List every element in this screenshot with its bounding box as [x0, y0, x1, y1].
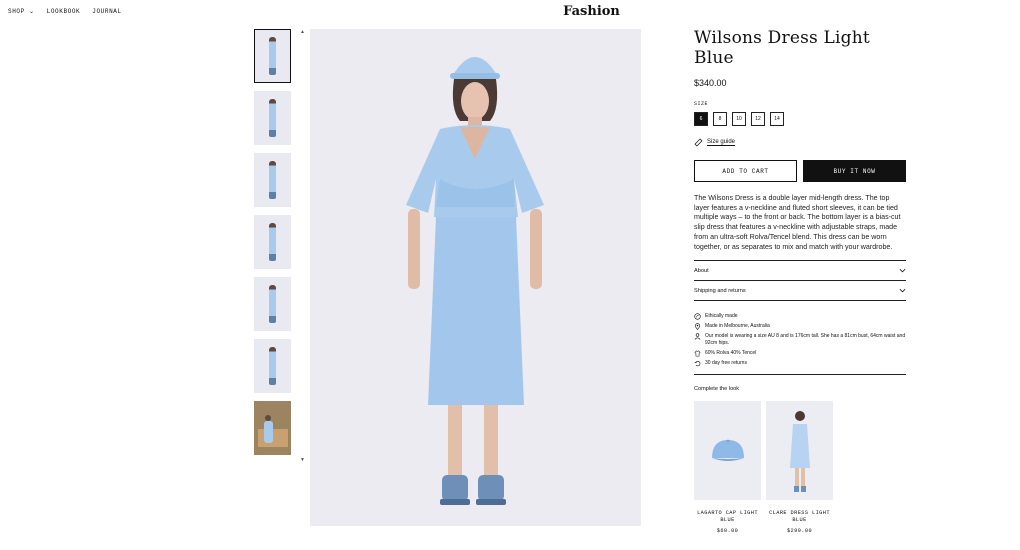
model-thumbnail-image — [269, 161, 276, 199]
model-thumbnail-image — [269, 37, 276, 75]
feature-model-size: Our model is wearing a size AU 8 and is … — [694, 333, 906, 347]
accordion-shipping-label: Shipping and returns — [694, 287, 746, 294]
size-option-8[interactable]: 8 — [713, 112, 727, 126]
thumbnail-3[interactable] — [254, 153, 291, 207]
add-to-cart-button[interactable]: ADD TO CART — [694, 160, 797, 182]
gallery-scrollbar[interactable]: ▲ ▼ — [299, 29, 307, 463]
chevron-down-icon — [899, 289, 906, 293]
ruler-icon — [694, 138, 703, 147]
buy-now-button[interactable]: BUY IT NOW — [803, 160, 906, 182]
thumbnail-gallery — [254, 29, 292, 463]
dress-product-price: $299.00 — [786, 528, 813, 535]
product-info-panel: Wilsons Dress Light Blue $340.00 SIZE 6 … — [694, 28, 906, 534]
purchase-buttons: ADD TO CART BUY IT NOW — [694, 160, 906, 182]
chevron-down-icon — [899, 269, 906, 273]
feature-ethical: Ethically made — [694, 313, 906, 320]
size-selector: 6 8 10 12 14 — [694, 112, 906, 126]
lifestyle-thumbnail-image — [254, 401, 291, 455]
thumbnail-6[interactable] — [254, 339, 291, 393]
dress-product-image[interactable] — [766, 401, 833, 501]
complete-look-title: Complete the look — [694, 386, 740, 393]
feature-origin-text: Made in Melbourne, Australia — [705, 323, 770, 330]
cap-icon — [711, 439, 744, 461]
feature-returns: 30 day free returns — [694, 360, 906, 367]
main-product-image — [310, 29, 641, 526]
cap-product-price: $60.00 — [716, 528, 739, 535]
model-thumbnail-image — [269, 285, 276, 323]
cap-product-image[interactable] — [694, 401, 761, 501]
size-option-14[interactable]: 14 — [770, 112, 784, 126]
product-price: $340.00 — [694, 78, 727, 88]
model-thumbnail-image — [269, 347, 276, 385]
accordion: About Shipping and returns — [694, 260, 906, 302]
model-wearing-dress-image — [310, 29, 641, 526]
feature-origin: Made in Melbourne, Australia — [694, 323, 906, 331]
scroll-up-icon[interactable]: ▲ — [300, 29, 305, 35]
thumbnail-7[interactable] — [254, 401, 291, 455]
shirt-icon — [694, 350, 701, 357]
accordion-about[interactable]: About — [694, 261, 906, 282]
model-dress-image — [789, 410, 810, 492]
model-thumbnail-image — [269, 223, 276, 261]
accordion-about-label: About — [694, 267, 709, 274]
model-thumbnail-image — [269, 99, 276, 137]
size-label: SIZE — [694, 101, 709, 107]
thumbnail-4[interactable] — [254, 215, 291, 269]
size-guide-link[interactable]: Size guide — [694, 138, 906, 147]
leaf-icon — [694, 313, 701, 320]
product-features: Ethically made Made in Melbourne, Austra… — [694, 313, 906, 367]
look-product-cap[interactable]: LAGARTO CAP LIGHT BLUE $60.00 — [694, 401, 761, 534]
feature-fabric: 60% Rolva 40% Tencel — [694, 350, 906, 357]
feature-fabric-text: 60% Rolva 40% Tencel — [705, 350, 757, 357]
divider — [694, 374, 906, 376]
cap-product-name[interactable]: LAGARTO CAP LIGHT BLUE — [694, 510, 761, 524]
size-option-10[interactable]: 10 — [732, 112, 746, 126]
thumbnail-1[interactable] — [254, 29, 291, 83]
complete-look-products: LAGARTO CAP LIGHT BLUE $60.00 CLARE DRES… — [694, 401, 906, 534]
return-arrow-icon — [694, 361, 701, 367]
feature-model-size-text: Our model is wearing a size AU 8 and is … — [705, 333, 906, 347]
location-pin-icon — [694, 323, 701, 331]
accordion-shipping[interactable]: Shipping and returns — [694, 281, 906, 302]
feature-returns-text: 30 day free returns — [705, 360, 747, 367]
size-option-6[interactable]: 6 — [694, 112, 708, 126]
scroll-down-icon[interactable]: ▼ — [300, 457, 305, 463]
brand-logo[interactable]: Fashion — [0, 4, 1020, 19]
thumbnail-2[interactable] — [254, 91, 291, 145]
feature-ethical-text: Ethically made — [705, 313, 738, 320]
thumbnail-5[interactable] — [254, 277, 291, 331]
dress-product-name[interactable]: CLARE DRESS LIGHT BLUE — [766, 510, 833, 524]
look-product-dress[interactable]: CLARE DRESS LIGHT BLUE $299.00 — [766, 401, 833, 534]
product-title: Wilsons Dress Light Blue — [694, 28, 870, 68]
size-guide-label: Size guide — [707, 139, 736, 146]
person-icon — [694, 333, 701, 340]
size-option-12[interactable]: 12 — [751, 112, 765, 126]
product-description: The Wilsons Dress is a double layer mid-… — [694, 194, 901, 251]
